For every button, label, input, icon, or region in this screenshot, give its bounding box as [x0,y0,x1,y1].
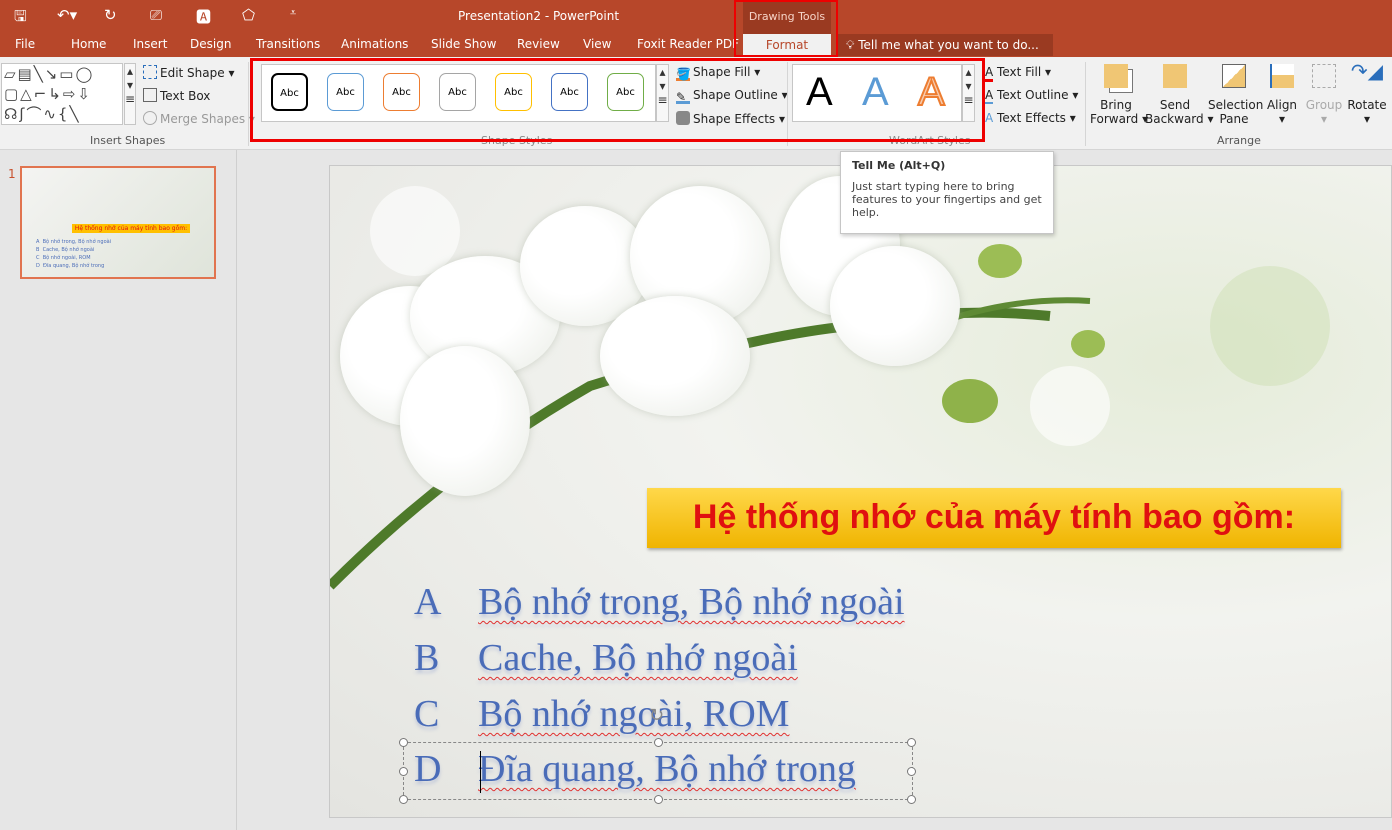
resize-handle[interactable] [399,767,408,776]
selection-pane-button[interactable]: Selection Pane [1208,64,1263,126]
title-bar: 🖫 ↶▾ ↻ ⎚ 🅰 ⬠ ⩡ Presentation2 - PowerPoin… [0,0,1392,57]
option-b[interactable]: B Cache, Bộ nhớ ngoài [414,636,798,680]
slide-thumbnail[interactable]: Hệ thống nhớ của máy tính bao gồm: A Bộ … [20,166,216,279]
highlight-box [250,58,985,142]
group-button: Group ▾ [1304,64,1344,126]
text-fill-icon: A [985,65,994,82]
resize-handle[interactable] [399,795,408,804]
resize-handle[interactable] [654,738,663,747]
thumbnail-options: A Bộ nhớ trong, Bộ nhớ ngoài B Cache, Bộ… [36,239,112,269]
shapes-gallery-scroll[interactable]: ▴ ▾ ≡ [124,63,136,125]
rotate-handle-icon[interactable]: ↻ [649,705,664,726]
highlight-box [734,0,838,57]
present-icon[interactable]: ⎚ [150,6,162,24]
tab-animations[interactable]: Animations [341,37,408,51]
lightbulb-icon: 💡︎ [846,38,859,52]
shape-icon[interactable]: ⬠ [242,6,255,24]
tab-foxit[interactable]: Foxit Reader PDF [637,37,739,51]
tell-me-tooltip: Tell Me (Alt+Q) Just start typing here to… [840,151,1054,234]
text-outline-icon: A [985,88,994,104]
undo-icon[interactable]: ↶▾ [57,6,77,24]
tell-me-input[interactable]: 💡︎ Tell me what you want to do... [838,34,1053,56]
tab-review[interactable]: Review [517,37,560,51]
tab-slide-show[interactable]: Slide Show [431,37,496,51]
send-backward-icon [1163,64,1187,88]
text-effects-icon: A [985,111,994,125]
wordart-icon[interactable]: 🅰 [196,6,211,27]
group-label-insert-shapes: Insert Shapes [90,134,166,147]
group-icon [1312,64,1336,88]
resize-handle[interactable] [907,767,916,776]
send-backward-button[interactable]: SendBackward ▾ [1145,64,1213,126]
resize-handle[interactable] [907,738,916,747]
group-label-arrange: Arrange [1217,134,1261,147]
rotate-icon: ↷◢ [1350,59,1384,83]
slide-title[interactable]: Hệ thống nhớ của máy tính bao gồm: [647,488,1341,548]
tab-design[interactable]: Design [190,37,231,51]
tab-transitions[interactable]: Transitions [256,37,320,51]
text-fill-button[interactable]: A Text Fill ▾ [985,65,1051,82]
window-title: Presentation2 - PowerPoint [458,9,620,23]
bring-forward-button[interactable]: BringForward ▾ [1090,64,1148,126]
redo-icon[interactable]: ↻ [104,6,117,24]
align-button[interactable]: Align ▾ [1264,64,1300,126]
tab-view[interactable]: View [583,37,611,51]
text-box-button[interactable]: Text Box [143,88,210,103]
option-a[interactable]: A Bộ nhớ trong, Bộ nhớ ngoài [414,580,905,624]
align-icon [1270,64,1294,88]
text-box-icon [143,88,157,102]
slide-canvas[interactable]: Hệ thống nhớ của máy tính bao gồm: A Bộ n… [329,165,1392,818]
customize-icon[interactable]: ⩡ [290,6,296,20]
bring-forward-icon [1104,64,1128,88]
text-effects-button[interactable]: A Text Effects ▾ [985,111,1076,125]
text-outline-button[interactable]: A Text Outline ▾ [985,88,1078,104]
shapes-gallery[interactable]: ▱▤╲↘▭◯ ▢△⌐↳⇨⇩ ☊ʃ⌒∿{╲ [1,63,123,125]
tab-home[interactable]: Home [71,37,106,51]
edit-shape-icon [143,65,157,79]
tab-file[interactable]: File [15,37,35,51]
thumbnail-title: Hệ thống nhớ của máy tính bao gồm: [72,224,190,233]
rotate-button[interactable]: ↷◢ Rotate ▾ [1346,59,1388,126]
selection-pane-icon [1222,64,1246,88]
text-cursor [480,751,481,793]
merge-shapes-icon [143,111,157,125]
slide-number: 1 [8,167,16,181]
merge-shapes-button: Merge Shapes ▾ [143,111,255,126]
edit-shape-button[interactable]: Edit Shape ▾ [143,65,234,80]
tab-insert[interactable]: Insert [133,37,167,51]
selected-textbox[interactable]: ↻ [399,705,916,804]
option-c[interactable]: C Bộ nhớ ngoài, ROM [414,692,789,736]
resize-handle[interactable] [654,795,663,804]
resize-handle[interactable] [907,795,916,804]
save-icon[interactable]: 🖫 [14,6,27,31]
resize-handle[interactable] [399,738,408,747]
